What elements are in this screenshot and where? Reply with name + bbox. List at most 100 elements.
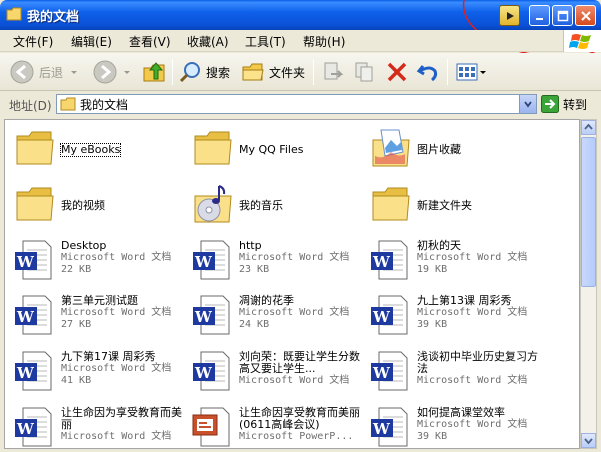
item-name: 如何提高课堂效率: [417, 406, 505, 419]
forward-button[interactable]: [92, 59, 132, 85]
svg-text:W: W: [194, 253, 213, 271]
word-document-icon: W: [371, 351, 408, 391]
menu-edit[interactable]: 编辑(E): [71, 33, 112, 50]
word-document-icon: W: [15, 351, 52, 391]
word-document-icon: W: [371, 240, 408, 280]
folder-item[interactable]: 我的视频: [13, 182, 105, 226]
minimize-button[interactable]: [529, 5, 550, 26]
maximize-button[interactable]: [552, 5, 573, 26]
toolbar-separator: [172, 59, 173, 85]
back-arrow-icon: [10, 60, 34, 84]
menu-view[interactable]: 查看(V): [129, 33, 171, 50]
pictures-folder-icon: [372, 129, 410, 167]
word-document-item[interactable]: W 凋谢的花季 Microsoft Word 文档 24 KB: [191, 293, 349, 337]
word-document-item[interactable]: W 九下第17课 周彩秀 Microsoft Word 文档 41 KB: [13, 349, 171, 393]
item-name: 让生命因享受教育而美丽(0611高峰会议): [239, 406, 360, 431]
music-folder-icon: [194, 185, 232, 223]
search-label: 搜索: [206, 65, 231, 80]
media-player-button[interactable]: [499, 5, 520, 26]
scroll-thumb[interactable]: [581, 137, 596, 287]
item-type: Microsoft Word 文档: [239, 252, 350, 263]
word-document-item[interactable]: W 第三单元测试题 Microsoft Word 文档 27 KB: [13, 293, 171, 337]
folder-icon: [16, 187, 54, 221]
go-label: 转到: [563, 97, 588, 112]
delete-x-icon: [387, 62, 407, 82]
folder-item[interactable]: 新建文件夹: [369, 182, 472, 226]
item-name: 我的视频: [61, 199, 105, 212]
back-button[interactable]: 后退: [9, 59, 79, 85]
up-folder-button[interactable]: [141, 59, 167, 85]
word-document-item[interactable]: W 初秋的天 Microsoft Word 文档 19 KB: [369, 238, 527, 282]
folder-item[interactable]: My QQ Files: [191, 126, 303, 170]
views-icon: [456, 63, 478, 81]
svg-text:W: W: [194, 364, 213, 382]
folders-icon: [242, 63, 264, 81]
scroll-down-button[interactable]: [581, 433, 596, 448]
word-document-icon: W: [193, 351, 230, 391]
item-name: 我的音乐: [239, 199, 283, 212]
item-size: 41 KB: [61, 375, 92, 386]
item-size: 27 KB: [61, 319, 92, 330]
address-label: 地址(D): [9, 99, 52, 113]
menu-file[interactable]: 文件(F): [13, 33, 53, 50]
chevron-down-icon: [480, 71, 486, 74]
close-button[interactable]: [575, 5, 596, 26]
word-document-item[interactable]: W 如何提高课堂效率 Microsoft Word 文档 39 KB: [369, 405, 527, 448]
svg-text:W: W: [16, 420, 35, 438]
chevron-down-icon: [524, 101, 532, 108]
address-input[interactable]: 我的文档: [56, 94, 537, 114]
word-document-item[interactable]: W 九上第13课 周彩秀 Microsoft Word 文档 39 KB: [369, 293, 527, 337]
menu-bar: 文件(F) 编辑(E) 查看(V) 收藏(A) 工具(T) 帮助(H): [0, 30, 601, 52]
copy-to-icon: [355, 62, 373, 82]
item-type: Microsoft Word 文档: [61, 307, 172, 318]
folder-item[interactable]: 图片收藏: [369, 126, 461, 170]
folders-button[interactable]: 文件夹: [241, 59, 305, 85]
title-bar[interactable]: 我的文档: [0, 0, 601, 30]
folder-item[interactable]: 我的音乐: [191, 182, 283, 226]
close-icon: [580, 10, 591, 21]
chevron-down-icon: [584, 438, 593, 445]
folder-icon: [194, 131, 232, 165]
file-list-view[interactable]: My eBooks My QQ Files 图片收藏 我的视频 我的音乐 新建文…: [4, 119, 580, 449]
word-document-item[interactable]: W 刘向荣：既要让学生分数高又要让学生... Microsoft Word 文档: [191, 349, 365, 393]
powerpoint-document-icon: [192, 407, 230, 447]
window-title: 我的文档: [27, 10, 80, 25]
svg-text:W: W: [194, 308, 213, 326]
go-button[interactable]: 转到: [541, 95, 587, 113]
item-type: Microsoft Word 文档: [239, 375, 350, 386]
search-button[interactable]: 搜索: [178, 59, 230, 85]
views-button[interactable]: [455, 59, 487, 85]
powerpoint-document-item[interactable]: 让生命因享受教育而美丽(0611高峰会议) Microsoft PowerP..…: [191, 405, 365, 448]
word-document-item[interactable]: W 浅谈初中毕业历史复习方法 Microsoft Word 文档: [369, 349, 543, 393]
item-size: 39 KB: [417, 431, 448, 442]
svg-text:W: W: [16, 364, 35, 382]
windows-flag-icon: [569, 34, 591, 49]
item-type: Microsoft Word 文档: [417, 375, 528, 386]
undo-icon: [416, 65, 438, 82]
svg-text:W: W: [372, 253, 391, 271]
folder-icon: [6, 7, 22, 21]
menu-help[interactable]: 帮助(H): [303, 33, 345, 50]
toolbar: 后退 搜索 文件夹: [0, 53, 601, 91]
vertical-scrollbar[interactable]: [580, 119, 597, 449]
back-label: 后退: [39, 65, 64, 80]
word-document-item[interactable]: W Desktop Microsoft Word 文档 22 KB: [13, 238, 171, 282]
scroll-up-button[interactable]: [581, 120, 596, 135]
undo-button[interactable]: [416, 59, 440, 85]
word-document-icon: W: [15, 295, 52, 335]
menu-favorites[interactable]: 收藏(A): [187, 33, 229, 50]
item-size: 39 KB: [417, 319, 448, 330]
address-dropdown-button[interactable]: [519, 95, 536, 113]
svg-text:W: W: [16, 253, 35, 271]
windows-logo: [563, 30, 601, 52]
item-name: http: [239, 239, 262, 252]
move-to-button[interactable]: [321, 59, 345, 85]
word-document-icon: W: [371, 407, 408, 447]
word-document-item[interactable]: W http Microsoft Word 文档 23 KB: [191, 238, 349, 282]
delete-button[interactable]: [385, 59, 409, 85]
copy-to-button[interactable]: [353, 59, 377, 85]
menu-tools[interactable]: 工具(T): [245, 33, 286, 50]
item-type: Microsoft Word 文档: [61, 252, 172, 263]
folder-item[interactable]: My eBooks: [13, 126, 122, 170]
word-document-item[interactable]: W 让生命因为享受教育而美丽 Microsoft Word 文档: [13, 405, 187, 448]
